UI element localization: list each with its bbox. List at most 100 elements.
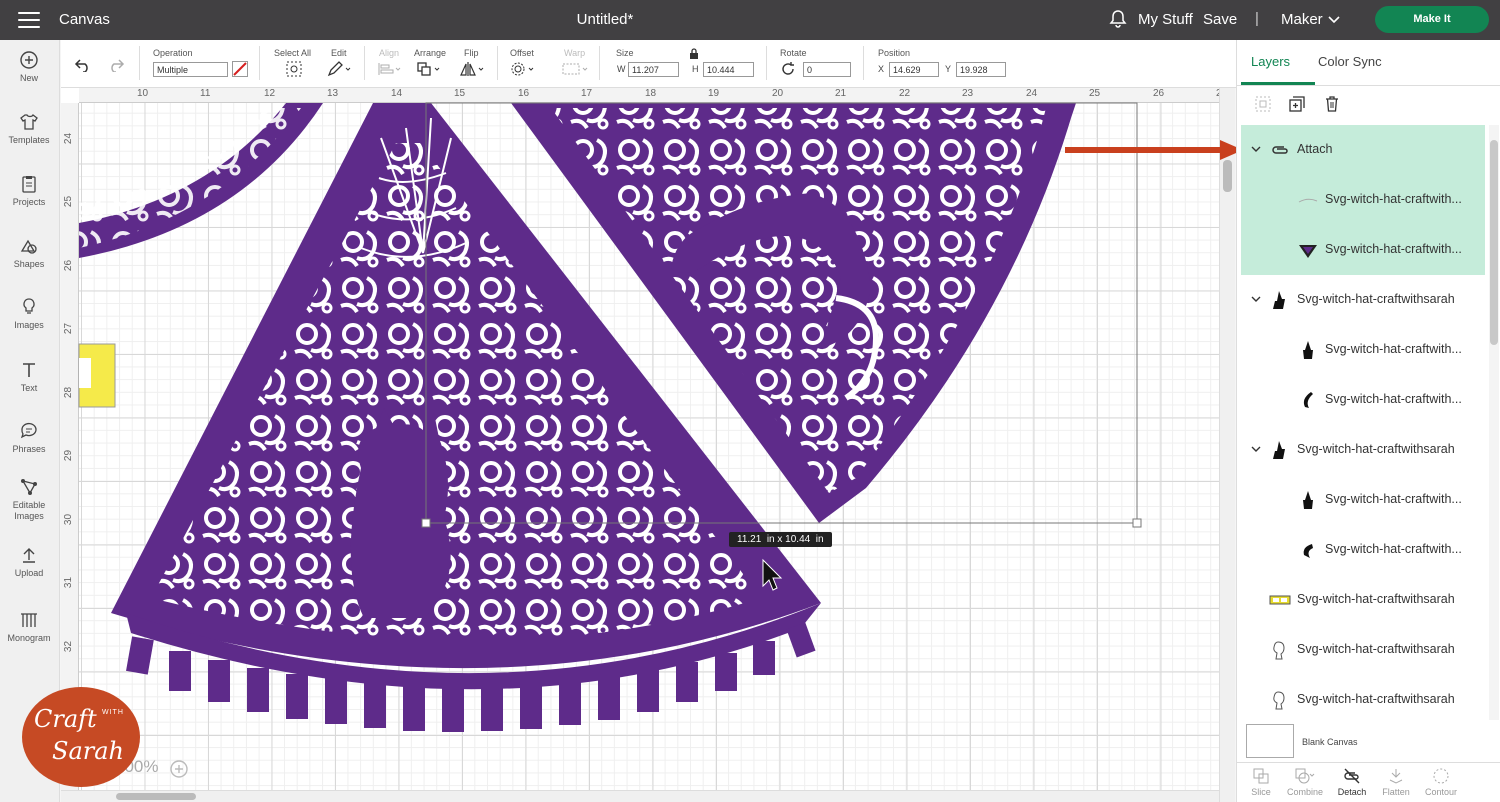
flip-icon[interactable] (460, 61, 486, 77)
clipboard-icon (22, 176, 36, 193)
align-icon[interactable] (377, 61, 403, 77)
layer-row[interactable]: Svg-witch-hat-craftwith... (1241, 475, 1485, 525)
tab-layers[interactable]: Layers (1251, 54, 1290, 69)
attach-icon (1272, 146, 1288, 154)
hamburger-menu-icon[interactable] (18, 12, 40, 28)
layer-label: Svg-witch-hat-craftwith... (1325, 342, 1462, 356)
layer-row-attach[interactable]: Attach (1241, 125, 1485, 175)
contour-button[interactable]: Contour (1419, 767, 1463, 797)
lock-icon[interactable] (688, 48, 700, 60)
layer-label: Svg-witch-hat-craftwithsarah (1297, 592, 1455, 606)
linetype-color-swatch-icon[interactable] (232, 61, 248, 77)
sidebar-item-new[interactable]: New (0, 50, 58, 83)
redo-icon[interactable] (107, 58, 125, 72)
detach-button[interactable]: Detach (1330, 767, 1374, 797)
save-link[interactable]: Save (1203, 11, 1237, 28)
left-sidebar: New Templates Projects Shapes Images Tex… (0, 40, 60, 802)
selection-handle[interactable] (1132, 518, 1142, 528)
toolbar-divider (364, 46, 365, 80)
make-it-button[interactable]: Make It (1375, 6, 1489, 33)
x-position-input[interactable]: 14.629 (889, 62, 939, 77)
red-arrow-annotation (1065, 140, 1243, 160)
rotate-input[interactable]: 0 (803, 62, 851, 77)
scrollbar-thumb[interactable] (116, 793, 196, 800)
blank-canvas-swatch[interactable] (1246, 724, 1294, 758)
layer-row[interactable]: Svg-witch-hat-craftwithsarah (1241, 425, 1485, 475)
chevron-down-icon[interactable] (1251, 294, 1261, 304)
undo-icon[interactable] (74, 58, 92, 72)
selection-handle[interactable] (421, 518, 431, 528)
sidebar-item-upload[interactable]: Upload (0, 545, 58, 578)
panel-divider (1237, 85, 1500, 86)
sidebar-item-editable-images[interactable]: Editable Images (0, 477, 58, 522)
layer-row[interactable]: Svg-witch-hat-craftwith... (1241, 175, 1485, 225)
size-label: Size (616, 48, 634, 58)
operation-select[interactable]: Multiple (153, 62, 228, 77)
duplicate-icon[interactable] (1288, 95, 1306, 113)
layer-label: Svg-witch-hat-craftwithsarah (1297, 292, 1455, 306)
sidebar-item-phrases[interactable]: Phrases (0, 421, 58, 454)
witch-group-icon (1273, 291, 1285, 309)
scrollbar-thumb[interactable] (1223, 160, 1232, 192)
layer-row[interactable]: Svg-witch-hat-craftwith... (1241, 375, 1485, 425)
layer-row[interactable]: Svg-witch-hat-craftwithsarah (1241, 275, 1485, 325)
tab-color-sync[interactable]: Color Sync (1318, 54, 1382, 69)
flatten-button[interactable]: Flatten (1374, 767, 1418, 797)
layer-row[interactable]: Svg-witch-hat-craftwithsarah (1241, 675, 1485, 720)
select-all-icon[interactable] (285, 60, 303, 78)
select-all-label: Select All (274, 48, 312, 58)
design-canvas[interactable]: 10 11 12 13 14 15 16 17 18 19 20 21 22 2… (61, 88, 1235, 790)
arrange-icon[interactable] (416, 61, 442, 77)
rotate-icon[interactable] (780, 61, 796, 77)
contour-label: Contour (1424, 787, 1458, 797)
height-input[interactable]: 10.444 (703, 62, 754, 77)
group-icon[interactable] (1254, 95, 1272, 113)
line-thumb-icon (1298, 198, 1318, 203)
layer-row[interactable]: Svg-witch-hat-craftwith... (1241, 325, 1485, 375)
sidebar-item-projects[interactable]: Projects (0, 174, 58, 207)
sidebar-item-label: Phrases (12, 444, 46, 454)
combine-button[interactable]: Combine (1283, 767, 1327, 797)
sidebar-item-templates[interactable]: Templates (0, 112, 58, 145)
machine-select[interactable]: Maker (1281, 11, 1323, 28)
sidebar-item-monogram[interactable]: Monogram (0, 610, 58, 643)
combine-label: Combine (1286, 787, 1324, 797)
layer-label: Svg-witch-hat-craftwith... (1325, 542, 1462, 556)
canvas-vertical-scrollbar[interactable] (1219, 88, 1235, 802)
sidebar-item-shapes[interactable]: Shapes (0, 236, 58, 269)
canvas-horizontal-scrollbar[interactable] (61, 790, 1219, 802)
chevron-down-icon[interactable] (1251, 144, 1261, 154)
y-position-input[interactable]: 19.928 (956, 62, 1006, 77)
detach-label: Detach (1337, 787, 1367, 797)
warp-icon[interactable] (561, 61, 589, 77)
layer-row[interactable]: Svg-witch-hat-craftwith... (1241, 225, 1485, 275)
bell-icon[interactable] (1108, 9, 1128, 29)
chevron-down-icon[interactable] (1328, 13, 1340, 25)
layer-actions-bar: Slice Combine Detach Flatten Contour (1237, 762, 1500, 802)
size-tooltip: 11.21 in x 10.44 in (729, 532, 832, 547)
curve-thumb-icon (1303, 544, 1313, 558)
layer-row[interactable]: Svg-witch-hat-craftwithsarah (1241, 575, 1485, 625)
arrange-label: Arrange (414, 48, 447, 58)
layers-scrollbar[interactable] (1489, 125, 1499, 720)
sidebar-item-images[interactable]: Images (0, 297, 58, 330)
design-artwork[interactable] (61, 88, 1235, 790)
slice-button[interactable]: Slice (1239, 767, 1283, 797)
layer-row[interactable]: Svg-witch-hat-craftwithsarah (1241, 625, 1485, 675)
sidebar-item-label: Templates (8, 135, 50, 145)
document-title[interactable]: Untitled* (560, 11, 650, 28)
width-input[interactable]: 11.207 (628, 62, 679, 77)
layer-row[interactable]: Svg-witch-hat-craftwith... (1241, 525, 1485, 575)
arc-piece[interactable] (79, 103, 323, 258)
sidebar-item-text[interactable]: Text (0, 360, 58, 393)
my-stuff-link[interactable]: My Stuff (1138, 11, 1193, 28)
align-label: Align (379, 48, 400, 58)
text-icon (23, 363, 35, 377)
scrollbar-thumb[interactable] (1490, 140, 1498, 345)
zoom-in-icon[interactable] (170, 760, 188, 778)
chevron-down-icon[interactable] (1251, 444, 1261, 454)
trash-icon[interactable] (1323, 95, 1341, 113)
offset-icon[interactable] (510, 61, 536, 77)
warp-label: Warp (564, 48, 586, 58)
edit-pencil-icon[interactable] (327, 61, 353, 77)
